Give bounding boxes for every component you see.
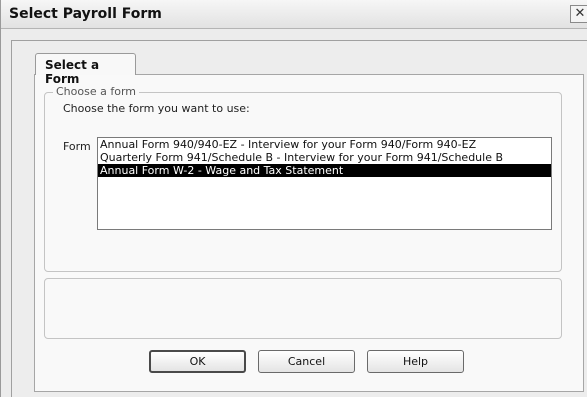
close-icon[interactable]: ✕ [570,5,587,23]
tab-select-a-form[interactable]: Select a Form [35,53,136,86]
list-item-form-940[interactable]: Annual Form 940/940-EZ - Interview for y… [98,138,551,151]
form-listbox[interactable]: Annual Form 940/940-EZ - Interview for y… [97,137,552,230]
list-item-form-w2[interactable]: Annual Form W-2 - Wage and Tax Statement [98,164,551,177]
choose-form-legend: Choose a form [53,85,139,98]
instruction-text: Choose the form you want to use: [63,102,250,115]
title-bar[interactable]: Select Payroll Form ✕ [1,0,587,29]
description-box [44,278,562,339]
ok-button[interactable]: OK [149,350,246,373]
form-label: Form [63,140,91,153]
select-payroll-form-dialog: Select Payroll Form ✕ Select a Form Choo… [0,0,587,397]
help-button[interactable]: Help [367,350,464,373]
cancel-button[interactable]: Cancel [258,350,355,373]
list-item-form-941[interactable]: Quarterly Form 941/Schedule B - Intervie… [98,151,551,164]
dialog-title: Select Payroll Form [9,6,162,22]
